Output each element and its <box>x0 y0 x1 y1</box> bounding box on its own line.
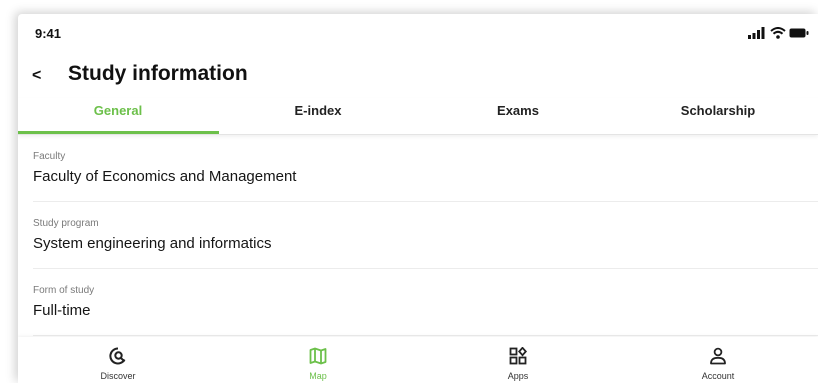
nav-apps[interactable]: Apps <box>418 337 618 383</box>
active-tab-indicator <box>18 131 219 134</box>
field-value: Faculty of Economics and Management <box>33 168 297 185</box>
nav-label: Map <box>309 371 327 381</box>
tab-bar: General E-index Exams Scholarship <box>18 98 818 135</box>
tab-general[interactable]: General <box>18 98 218 134</box>
status-bar: 9:41 <box>18 14 818 52</box>
nav-discover[interactable]: Discover <box>18 337 218 383</box>
status-time: 9:41 <box>35 26 62 41</box>
nav-map[interactable]: Map <box>218 337 418 383</box>
tab-exams[interactable]: Exams <box>418 98 618 134</box>
field-faculty: Faculty Faculty of Economics and Managem… <box>33 135 818 202</box>
battery-icon <box>789 28 809 38</box>
field-label: Faculty <box>33 151 66 162</box>
tab-e-index[interactable]: E-index <box>218 98 418 134</box>
tab-scholarship[interactable]: Scholarship <box>618 98 818 134</box>
nav-label: Apps <box>507 371 529 381</box>
field-study-program: Study program System engineering and inf… <box>33 202 818 269</box>
page-header: < Study information <box>18 58 818 94</box>
nav-account[interactable]: Account <box>618 337 818 383</box>
discover-icon <box>109 347 126 365</box>
chevron-left-icon[interactable]: < <box>32 66 48 86</box>
app-screen: 9:41 < Study information General E-index… <box>18 14 818 383</box>
system-icons <box>748 27 809 39</box>
field-label: Form of study <box>33 285 95 296</box>
apps-icon <box>509 347 527 365</box>
bottom-navigation: Discover Map Apps Account <box>18 337 818 383</box>
field-label: Study program <box>33 218 99 229</box>
field-form-of-study: Form of study Full-time <box>33 269 818 336</box>
field-value: System engineering and informatics <box>33 235 272 252</box>
wifi-icon <box>770 27 786 39</box>
map-icon <box>309 347 327 365</box>
field-value: Full-time <box>33 302 91 319</box>
account-icon <box>710 347 726 365</box>
signal-icon <box>748 27 765 39</box>
page-title: Study information <box>68 62 248 85</box>
nav-label: Discover <box>100 371 136 381</box>
nav-label: Account <box>701 371 735 381</box>
